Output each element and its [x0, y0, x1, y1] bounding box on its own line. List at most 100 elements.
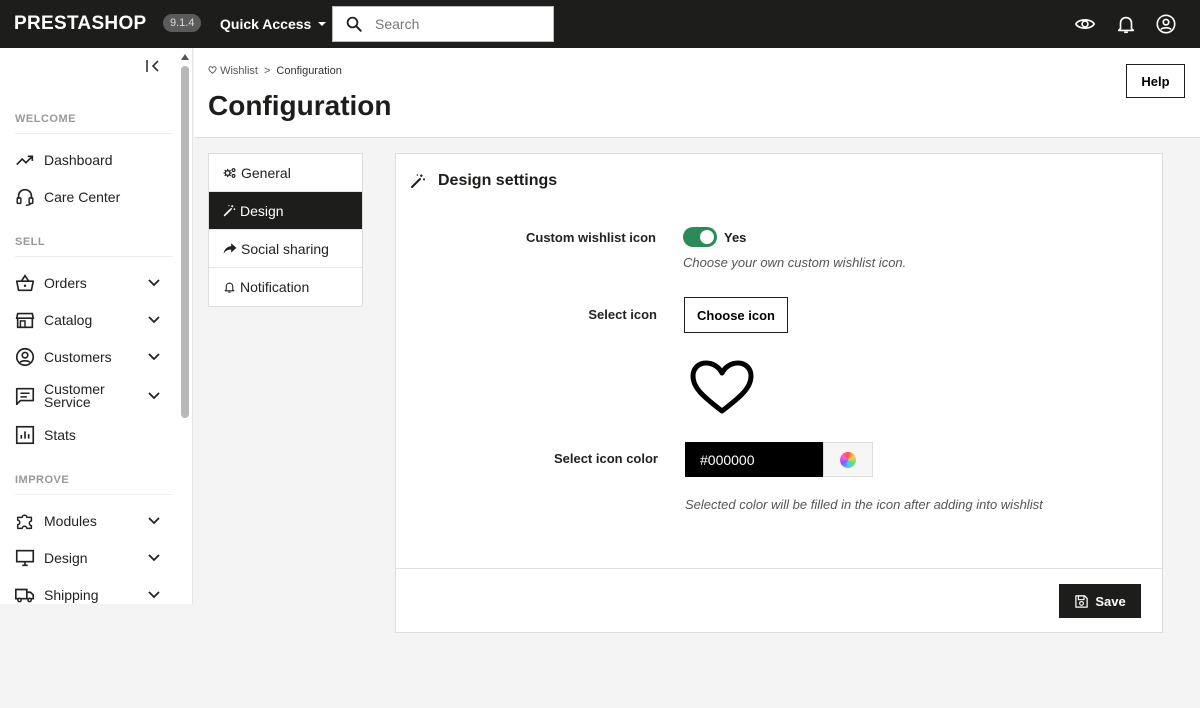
sidebar-item-label: Care Center [44, 189, 121, 205]
puzzle-icon [16, 514, 33, 530]
chevron-down-icon [148, 316, 160, 324]
version-badge: 9.1.4 [163, 14, 202, 32]
toggle-state-label: Yes [724, 230, 747, 245]
account-circle-icon [15, 347, 35, 367]
monitor-icon [15, 549, 35, 567]
magic-wand-icon [411, 174, 425, 188]
design-settings-panel: Design settings Custom wishlist icon Yes… [395, 153, 1163, 633]
quick-access-label: Quick Access [220, 16, 312, 32]
share-icon [223, 243, 237, 254]
search-input[interactable] [375, 16, 535, 32]
sidebar-item-shipping[interactable]: Shipping [14, 584, 164, 604]
sidebar: WELCOME Dashboard Care Center SELL Order… [0, 48, 193, 604]
sidebar-item-care-center[interactable]: Care Center [14, 186, 164, 208]
magic-wand-icon [223, 205, 236, 217]
tab-label: General [241, 164, 291, 181]
config-tabs: General Design Social sharing Notificati… [208, 153, 363, 307]
heart-icon [208, 66, 217, 74]
bar-chart-icon [15, 425, 35, 445]
chevron-down-icon [148, 279, 160, 287]
top-bar: PRESTASHOP 9.1.4 Quick Access [0, 0, 1200, 48]
select-icon-color-label: Select icon color [553, 451, 658, 466]
divider [15, 494, 173, 495]
page-title: Configuration [208, 90, 392, 121]
tab-label: Design [240, 202, 284, 219]
chat-icon [15, 387, 35, 406]
sidebar-scrollbar[interactable] [181, 66, 189, 418]
custom-icon-toggle[interactable] [683, 227, 717, 247]
custom-icon-help: Choose your own custom wishlist icon. [683, 255, 907, 270]
scroll-up-arrow[interactable] [181, 54, 189, 60]
section-improve: IMPROVE [15, 474, 70, 486]
tab-notification[interactable]: Notification [209, 268, 362, 306]
tab-label: Social sharing [241, 240, 329, 257]
heart-icon [690, 360, 754, 414]
sidebar-item-label-line2: Service [44, 394, 91, 410]
sidebar-item-label: Dashboard [44, 152, 113, 168]
sidebar-item-label: Customers [44, 349, 112, 365]
sidebar-item-orders[interactable]: Orders [14, 272, 164, 294]
save-icon [1075, 594, 1089, 608]
collapse-sidebar-icon[interactable] [145, 58, 161, 74]
tab-label: Notification [240, 279, 310, 295]
sidebar-item-label: Catalog [44, 312, 93, 328]
store-icon [15, 312, 35, 329]
trending-up-icon [16, 155, 34, 166]
chevron-down-icon [148, 392, 160, 400]
tab-general[interactable]: General [209, 154, 362, 192]
sidebar-item-customer-service[interactable]: Customer Service [14, 382, 164, 410]
prestashop-logo[interactable]: PRESTASHOP [14, 13, 147, 35]
cogs-icon [223, 167, 236, 178]
basket-icon [15, 274, 35, 292]
sidebar-item-catalog[interactable]: Catalog [14, 309, 164, 331]
breadcrumb: Wishlist > Configuration [208, 65, 342, 77]
account-icon[interactable] [1155, 13, 1177, 35]
sidebar-item-label: Shipping [44, 587, 99, 603]
tab-social-sharing[interactable]: Social sharing [209, 230, 362, 268]
choose-icon-button[interactable]: Choose icon [684, 297, 788, 333]
sidebar-item-modules[interactable]: Modules [14, 510, 164, 532]
panel-footer-divider [396, 568, 1162, 569]
sidebar-item-label: Design [44, 550, 88, 566]
search-icon [346, 16, 362, 32]
section-sell: SELL [15, 236, 46, 248]
save-label: Save [1095, 593, 1126, 609]
sidebar-item-label: Orders [44, 275, 87, 291]
chevron-down-icon [148, 554, 160, 562]
color-picker-button[interactable] [823, 442, 873, 477]
panel-title: Design settings [438, 172, 558, 189]
select-icon-label: Select icon [588, 307, 657, 322]
color-wheel-icon [840, 451, 856, 468]
breadcrumb-current: Configuration [276, 65, 342, 77]
icon-color-input[interactable] [685, 442, 823, 477]
custom-wishlist-icon-label: Custom wishlist icon [525, 230, 656, 245]
sidebar-item-customers[interactable]: Customers [14, 346, 164, 368]
tab-design[interactable]: Design [209, 192, 362, 230]
bell-icon[interactable] [1115, 13, 1137, 35]
color-help: Selected color will be filled in the ico… [685, 497, 1043, 512]
breadcrumb-wishlist[interactable]: Wishlist [208, 65, 258, 77]
help-button[interactable]: Help [1126, 64, 1185, 98]
chevron-down-icon [148, 517, 160, 525]
caret-down-icon [318, 22, 327, 26]
chevron-down-icon [148, 353, 160, 361]
sidebar-item-stats[interactable]: Stats [14, 424, 164, 446]
headset-icon [16, 188, 34, 206]
breadcrumb-separator: > [263, 65, 271, 77]
sidebar-item-design[interactable]: Design [14, 547, 164, 569]
page-header: Wishlist > Configuration Configuration H… [194, 48, 1200, 138]
quick-access-dropdown[interactable]: Quick Access [220, 16, 327, 32]
bell-icon [224, 282, 235, 293]
save-button[interactable]: Save [1059, 584, 1141, 618]
chevron-down-icon [148, 591, 160, 599]
divider [15, 133, 173, 134]
sidebar-item-label: Modules [44, 513, 97, 529]
sidebar-item-dashboard[interactable]: Dashboard [14, 149, 164, 171]
breadcrumb-parent: Wishlist [220, 65, 258, 77]
search-box[interactable] [332, 6, 554, 42]
truck-icon [15, 588, 35, 603]
panel-heading: Design settings [410, 172, 557, 190]
eye-icon[interactable] [1074, 13, 1096, 35]
divider [15, 256, 173, 257]
section-welcome: WELCOME [15, 113, 76, 125]
